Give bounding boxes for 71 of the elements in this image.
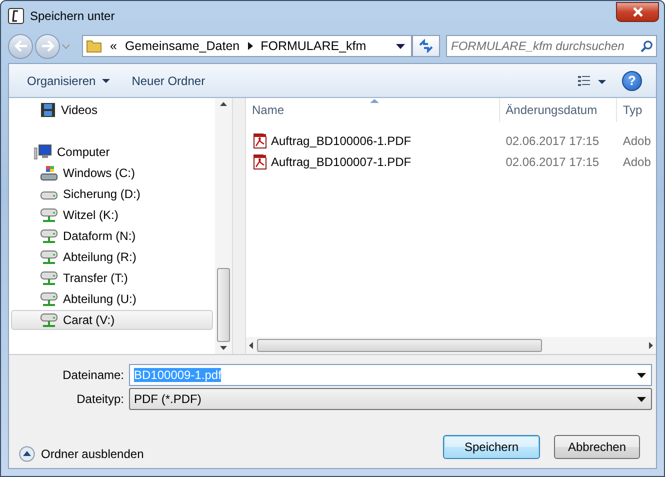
dropdown-arrow-icon[interactable]	[637, 372, 646, 378]
window-title: Speichern unter	[30, 9, 115, 23]
filetype-label: Dateityp:	[76, 392, 125, 406]
column-header[interactable]: Änderungsdatum	[500, 98, 617, 122]
pdf-file-icon	[252, 154, 268, 170]
nav-item[interactable]: Sicherung (D:)	[11, 184, 213, 204]
view-list-icon	[578, 74, 608, 86]
nav-item[interactable]: Transfer (T:)	[11, 268, 213, 288]
cancel-button[interactable]: Abbrechen	[554, 435, 640, 459]
nav-item[interactable]: Videos	[11, 100, 213, 120]
network-drive-icon	[40, 249, 58, 265]
network-drive-icon	[40, 228, 58, 244]
dropdown-arrow-icon[interactable]	[396, 44, 405, 48]
nav-item[interactable]: Witzel (K:)	[11, 205, 213, 225]
nav-item[interactable]: Carat (V:)	[11, 310, 213, 330]
vertical-scrollbar[interactable]	[215, 98, 232, 354]
film-icon	[40, 102, 56, 118]
caret-icon	[102, 78, 110, 82]
nav-item[interactable]: Dataform (N:)	[11, 226, 213, 246]
back-button[interactable]	[8, 34, 33, 58]
scroll-up-icon[interactable]	[220, 102, 227, 106]
network-drive-icon	[40, 270, 58, 286]
pdf-file-icon	[252, 132, 268, 148]
table-cell-text: Adob	[622, 154, 652, 168]
table-cell-text: 02.06.2017 17:15	[504, 154, 600, 168]
network-drive-icon	[40, 312, 58, 328]
dropdown-arrow-icon	[637, 396, 646, 402]
horizontal-scrollbar[interactable]	[246, 337, 656, 354]
scroll-right-icon[interactable]	[649, 342, 653, 349]
table-cell-text: Adob	[622, 134, 652, 148]
nav-item[interactable]: Windows (C:)	[11, 163, 213, 183]
forward-button[interactable]	[35, 34, 60, 58]
network-drive-icon	[40, 291, 58, 307]
filename-label: Dateiname:	[62, 368, 125, 382]
refresh-icon	[418, 39, 434, 53]
chevron-icon[interactable]	[248, 42, 253, 50]
folder-icon	[86, 38, 102, 54]
breadcrumb-item[interactable]: FORMULARE_kfm	[260, 39, 366, 53]
scroll-thumb[interactable]	[257, 339, 542, 352]
nav-item[interactable]: Computer	[11, 142, 213, 162]
organize-menu-button[interactable]: Organisieren	[19, 70, 118, 92]
hide-folders-button[interactable]: Ordner ausblenden	[19, 446, 144, 462]
file-item[interactable]: Auftrag_BD100007-1.PDF	[246, 154, 500, 170]
filetype-dropdown[interactable]: PDF (*.PDF)	[129, 388, 652, 410]
save-button[interactable]: Speichern	[443, 435, 540, 459]
computer-icon	[34, 144, 52, 160]
nav-item[interactable]: Abteilung (R:)	[11, 247, 213, 267]
search-icon	[640, 40, 653, 52]
column-header[interactable]: Typ	[616, 98, 656, 122]
nav-item[interactable]: Abteilung (U:)	[11, 289, 213, 309]
scroll-thumb[interactable]	[217, 268, 230, 342]
sort-arrow-icon	[370, 99, 379, 103]
close-icon	[632, 7, 644, 17]
address-bar[interactable]: « Gemeinsame_Daten FORMULARE_kfm	[82, 35, 412, 57]
table-cell-text: 02.06.2017 17:15	[504, 134, 600, 148]
network-drive-icon	[40, 207, 58, 223]
search-field[interactable]: FORMULARE_kfm durchsuchen	[446, 35, 657, 57]
column-header[interactable]: Name	[246, 98, 500, 122]
new-folder-button[interactable]: Neuer Ordner	[124, 70, 214, 92]
forward-arrow-icon	[40, 40, 54, 52]
back-arrow-icon	[14, 40, 28, 52]
breadcrumb-item[interactable]: Gemeinsame_Daten	[124, 39, 240, 53]
close-button[interactable]	[616, 2, 659, 22]
scroll-left-icon[interactable]	[249, 342, 253, 349]
breadcrumb-overflow[interactable]: «	[110, 39, 117, 53]
scroll-down-icon[interactable]	[220, 346, 227, 350]
windows-drive-icon	[40, 165, 58, 181]
refresh-button[interactable]	[412, 35, 440, 57]
app-icon	[8, 8, 24, 24]
collapse-icon	[19, 446, 35, 462]
file-item[interactable]: Auftrag_BD100006-1.PDF	[246, 132, 500, 148]
